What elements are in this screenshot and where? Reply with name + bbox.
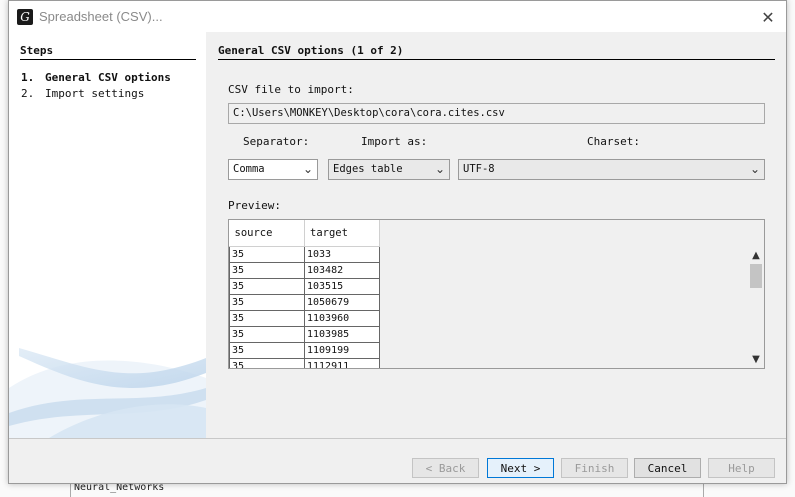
title-bar: G Spreadsheet (CSV)... ✕ bbox=[9, 1, 786, 32]
step-label: General CSV options bbox=[45, 71, 171, 84]
preview-table: source target 35 1033 35 103482 35 10351… bbox=[229, 220, 380, 368]
import-as-label: Import as: bbox=[361, 135, 428, 148]
cell-target: 1103985 bbox=[304, 325, 380, 343]
divider bbox=[20, 59, 196, 60]
cell-target: 1050679 bbox=[304, 293, 380, 311]
csv-file-path-field[interactable]: C:\Users\MONKEY\Desktop\cora\cora.cites.… bbox=[228, 103, 765, 124]
cell-source: 35 bbox=[229, 261, 305, 279]
preview-table-container: source target 35 1033 35 103482 35 10351… bbox=[228, 219, 765, 369]
charset-label: Charset: bbox=[587, 135, 640, 148]
chevron-down-icon: ⌄ bbox=[749, 162, 760, 176]
separator-value: Comma bbox=[233, 163, 265, 175]
table-row: 35 1109199 bbox=[229, 341, 380, 359]
cell-target: 103515 bbox=[304, 277, 380, 295]
separator-select[interactable]: Comma ⌄ bbox=[228, 159, 318, 180]
table-row: 35 1050679 bbox=[229, 293, 380, 311]
cell-source: 35 bbox=[229, 293, 305, 311]
close-icon[interactable]: ✕ bbox=[758, 7, 778, 27]
chevron-down-icon: ⌄ bbox=[434, 162, 445, 176]
back-button[interactable]: < Back bbox=[412, 458, 479, 478]
table-row: 35 1103960 bbox=[229, 309, 380, 327]
import-dialog: G Spreadsheet (CSV)... ✕ Steps 1. General… bbox=[8, 0, 787, 484]
cell-source: 35 bbox=[229, 277, 305, 295]
options-panel: General CSV options (1 of 2) CSV file to… bbox=[206, 32, 786, 438]
cell-source: 35 bbox=[229, 325, 305, 343]
cancel-button[interactable]: Cancel bbox=[634, 458, 701, 478]
charset-value: UTF-8 bbox=[463, 163, 495, 175]
cell-source: 35 bbox=[229, 245, 305, 263]
step-import-settings[interactable]: 2. Import settings bbox=[21, 87, 144, 100]
import-as-value: Edges table bbox=[333, 163, 403, 175]
next-button[interactable]: Next > bbox=[487, 458, 554, 478]
cell-target: 1033 bbox=[304, 245, 380, 263]
cell-source: 35 bbox=[229, 357, 305, 368]
scrollbar-thumb[interactable] bbox=[750, 264, 762, 288]
chevron-down-icon: ⌄ bbox=[302, 162, 313, 176]
column-header-target[interactable]: target bbox=[304, 220, 380, 247]
column-header-source[interactable]: source bbox=[229, 220, 305, 247]
table-row: 35 103482 bbox=[229, 261, 380, 279]
window-title: Spreadsheet (CSV)... bbox=[39, 9, 163, 24]
cell-source: 35 bbox=[229, 309, 305, 327]
cell-source: 35 bbox=[229, 341, 305, 359]
steps-panel: Steps 1. General CSV options 2. Import set… bbox=[9, 32, 206, 438]
cell-target: 1109199 bbox=[304, 341, 380, 359]
table-row: 35 1103985 bbox=[229, 325, 380, 343]
cell-target: 1103960 bbox=[304, 309, 380, 327]
csv-file-label: CSV file to import: bbox=[228, 83, 354, 96]
cell-target: 1112911 bbox=[304, 357, 380, 368]
step-label: Import settings bbox=[45, 87, 145, 100]
divider bbox=[218, 59, 775, 60]
table-row: 35 1033 bbox=[229, 245, 380, 263]
charset-select[interactable]: UTF-8 ⌄ bbox=[458, 159, 765, 180]
step-number: 2. bbox=[21, 87, 35, 100]
chevron-down-icon[interactable]: ▼ bbox=[748, 352, 764, 366]
preview-label: Preview: bbox=[228, 199, 281, 212]
finish-button[interactable]: Finish bbox=[561, 458, 628, 478]
vertical-scrollbar[interactable]: ▲ ▼ bbox=[748, 246, 764, 368]
section-title: General CSV options (1 of 2) bbox=[218, 44, 404, 57]
table-row: 35 1112911 bbox=[229, 357, 380, 368]
help-button[interactable]: Help bbox=[708, 458, 775, 478]
table-row: 35 103515 bbox=[229, 277, 380, 295]
cell-target: 103482 bbox=[304, 261, 380, 279]
chevron-up-icon[interactable]: ▲ bbox=[748, 248, 764, 262]
wizard-decoration-graphic bbox=[9, 348, 206, 438]
step-general-csv-options[interactable]: 1. General CSV options bbox=[21, 71, 171, 84]
footer-divider bbox=[9, 438, 786, 439]
import-as-select[interactable]: Edges table ⌄ bbox=[328, 159, 450, 180]
separator-label: Separator: bbox=[243, 135, 310, 148]
app-icon: G bbox=[17, 8, 33, 25]
step-number: 1. bbox=[21, 71, 35, 84]
steps-title: Steps bbox=[20, 44, 54, 57]
